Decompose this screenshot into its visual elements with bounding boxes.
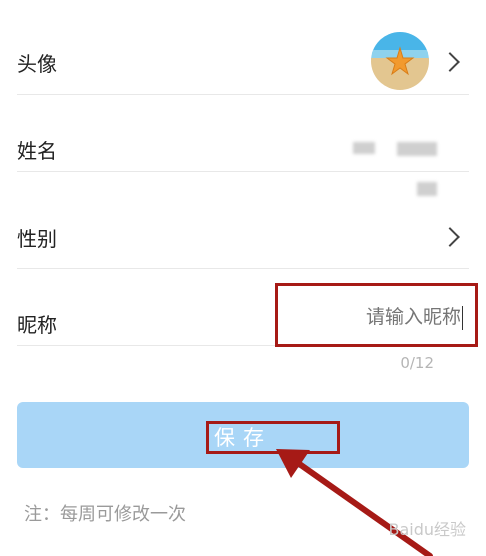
watermark: Baidu经验 bbox=[388, 520, 466, 539]
annotation-arrow-icon bbox=[276, 449, 433, 556]
